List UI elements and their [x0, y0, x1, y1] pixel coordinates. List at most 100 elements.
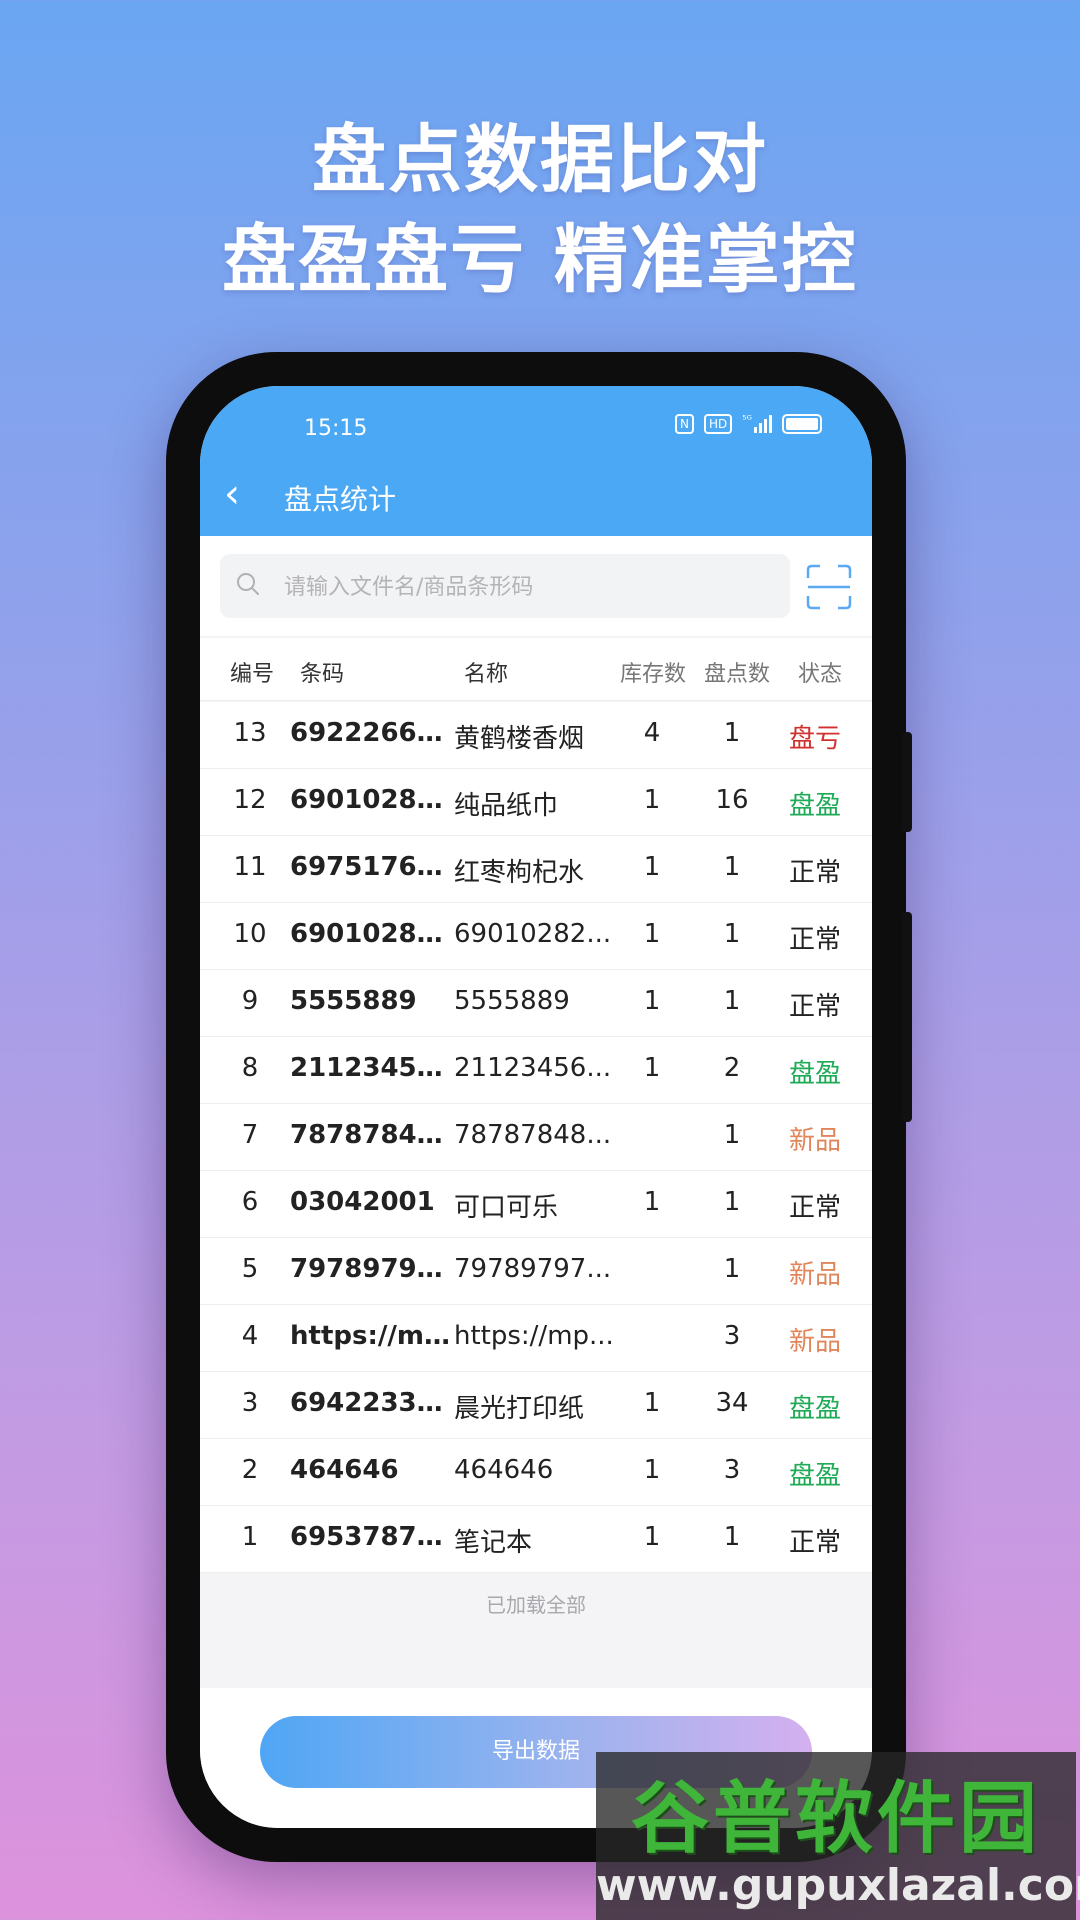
cell-status: 盘盈 — [788, 1394, 841, 1424]
cell-count: 34 — [715, 1388, 749, 1418]
cell-stock: 1 — [643, 1455, 661, 1485]
scan-icon[interactable] — [806, 564, 852, 610]
cell-status: 盘亏 — [788, 724, 841, 754]
cell-count: 1 — [723, 919, 741, 949]
cell-name: 笔记本 — [454, 1528, 533, 1558]
cell-name: 红枣枸杞水 — [454, 858, 585, 888]
cell-no: 10 — [233, 919, 267, 949]
cell-code: 69010282... — [290, 919, 450, 949]
cell-status: 新品 — [788, 1327, 841, 1357]
search-field[interactable] — [220, 554, 790, 620]
header-name: 名称 — [464, 662, 509, 687]
header-code: 条码 — [300, 662, 345, 687]
cell-code: 69222664... — [290, 718, 450, 748]
cell-stock: 1 — [643, 1388, 661, 1418]
phone-side-button — [902, 912, 912, 1122]
cell-name: 464646 — [454, 1455, 554, 1485]
cell-code: 69422336... — [290, 1388, 450, 1418]
phone-side-button — [902, 732, 912, 832]
table-row[interactable]: 2 464646 464646 1 3 盘盈 — [200, 1439, 872, 1506]
cell-code: 69010281... — [290, 785, 450, 815]
cell-no: 8 — [241, 1053, 259, 1083]
cell-name: 晨光打印纸 — [454, 1394, 585, 1424]
cell-code: 69751767... — [290, 852, 450, 882]
header-count: 盘点数 — [704, 662, 771, 687]
promo-headline-1: 盘点数据比对 — [312, 117, 768, 203]
cell-code: 03042001 — [290, 1187, 435, 1217]
5g-label: ⁵ᴳ — [742, 413, 752, 426]
cell-no: 7 — [241, 1120, 259, 1150]
cell-count: 1 — [723, 1187, 741, 1217]
watermark-url: www.gupuxlazal.com — [596, 1860, 1080, 1911]
phone-frame: 15:15 N HD ⁵ᴳ ‹ 盘点统计 请输入文件名/商品条形码 编号 条码 … — [166, 352, 912, 1862]
cell-count: 3 — [723, 1321, 741, 1351]
table-row[interactable]: 8 21123456... 21123456... 1 2 盘盈 — [200, 1037, 872, 1104]
cell-count: 1 — [723, 852, 741, 882]
cell-count: 16 — [715, 785, 749, 815]
table-row[interactable]: 4 https://mp...https://mp... 3 新品 — [200, 1305, 872, 1372]
cell-status: 盘盈 — [788, 791, 841, 821]
table-row[interactable]: 5 79789797... 79789797... 1 新品 — [200, 1238, 872, 1305]
cell-code: 78787848... — [290, 1120, 450, 1150]
cell-name: https://mp... — [454, 1321, 614, 1351]
cell-code: 21123456... — [290, 1053, 450, 1083]
table-row[interactable]: 12 69010281... 纯品纸巾 1 16 盘盈 — [200, 769, 872, 836]
hd-icon: HD — [703, 414, 733, 434]
cell-no: 2 — [241, 1455, 259, 1485]
cell-stock: 1 — [643, 1187, 661, 1217]
cell-stock: 1 — [643, 785, 661, 815]
table-row[interactable]: 11 69751767... 红枣枸杞水 1 1 正常 — [200, 836, 872, 903]
table-row[interactable]: 6 03042001 可口可乐 1 1 正常 — [200, 1171, 872, 1238]
cell-name: 纯品纸巾 — [454, 791, 559, 821]
cell-count: 3 — [723, 1455, 741, 1485]
cell-name: 可口可乐 — [454, 1193, 559, 1223]
cell-name: 79789797... — [454, 1254, 612, 1284]
cell-name: 黄鹤楼香烟 — [454, 724, 585, 754]
status-time: 15:15 — [304, 416, 368, 441]
cell-stock: 1 — [643, 986, 661, 1016]
table-row[interactable]: 10 69010282... 69010282... 1 1 正常 — [200, 903, 872, 970]
table-row[interactable]: 13 69222664... 黄鹤楼香烟 4 1 盘亏 — [200, 702, 872, 769]
5g-signal-icon: ⁵ᴳ — [742, 413, 772, 433]
table-body: 13 69222664... 黄鹤楼香烟 4 1 盘亏 12 69010281... 纯品纸巾 1… — [200, 702, 872, 1573]
watermark: 谷普软件园 www.gupuxlazal.com — [596, 1752, 1080, 1920]
header-status: 状态 — [798, 662, 843, 687]
cell-status: 正常 — [788, 992, 841, 1022]
back-button[interactable]: ‹ — [224, 474, 240, 514]
cell-name: 69010282... — [454, 919, 612, 949]
app-header: 15:15 N HD ⁵ᴳ ‹ 盘点统计 — [200, 386, 872, 536]
header-stock: 库存数 — [620, 662, 687, 687]
cell-stock: 1 — [643, 1053, 661, 1083]
cell-count: 2 — [723, 1053, 741, 1083]
cell-no: 13 — [233, 718, 267, 748]
list-end-text: 已加载全部 — [486, 1593, 586, 1617]
cell-code: 464646 — [290, 1455, 399, 1485]
cell-code: https://mp... — [290, 1321, 450, 1351]
search-bar — [200, 536, 872, 636]
status-icons: N HD ⁵ᴳ — [674, 413, 822, 434]
battery-icon — [782, 414, 822, 434]
cell-status: 正常 — [788, 925, 841, 955]
cell-no: 9 — [241, 986, 259, 1016]
cell-stock: 1 — [643, 852, 661, 882]
cell-status: 正常 — [788, 1528, 841, 1558]
table-row[interactable]: 7 78787848... 78787848... 1 新品 — [200, 1104, 872, 1171]
table-row[interactable]: 1 69537873... 笔记本 1 1 正常 — [200, 1506, 872, 1573]
cell-no: 11 — [233, 852, 267, 882]
app-screen: 15:15 N HD ⁵ᴳ ‹ 盘点统计 请输入文件名/商品条形码 编号 条码 … — [200, 386, 872, 1828]
cell-no: 4 — [241, 1321, 259, 1351]
cell-name: 78787848... — [454, 1120, 612, 1150]
page-title: 盘点统计 — [284, 483, 397, 516]
cell-no: 6 — [241, 1187, 259, 1217]
search-input[interactable] — [282, 554, 766, 620]
promo-headline-2: 盘盈盘亏 精准掌控 — [222, 217, 858, 303]
table-row[interactable]: 9 5555889 5555889 1 1 正常 — [200, 970, 872, 1037]
cell-count: 1 — [723, 718, 741, 748]
table-row[interactable]: 3 69422336... 晨光打印纸 1 34 盘盈 — [200, 1372, 872, 1439]
nfc-icon: N — [674, 414, 694, 434]
cell-status: 新品 — [788, 1126, 841, 1156]
search-icon — [237, 573, 259, 595]
cell-no: 12 — [233, 785, 267, 815]
cell-no: 3 — [241, 1388, 259, 1418]
cell-stock: 4 — [643, 718, 661, 748]
